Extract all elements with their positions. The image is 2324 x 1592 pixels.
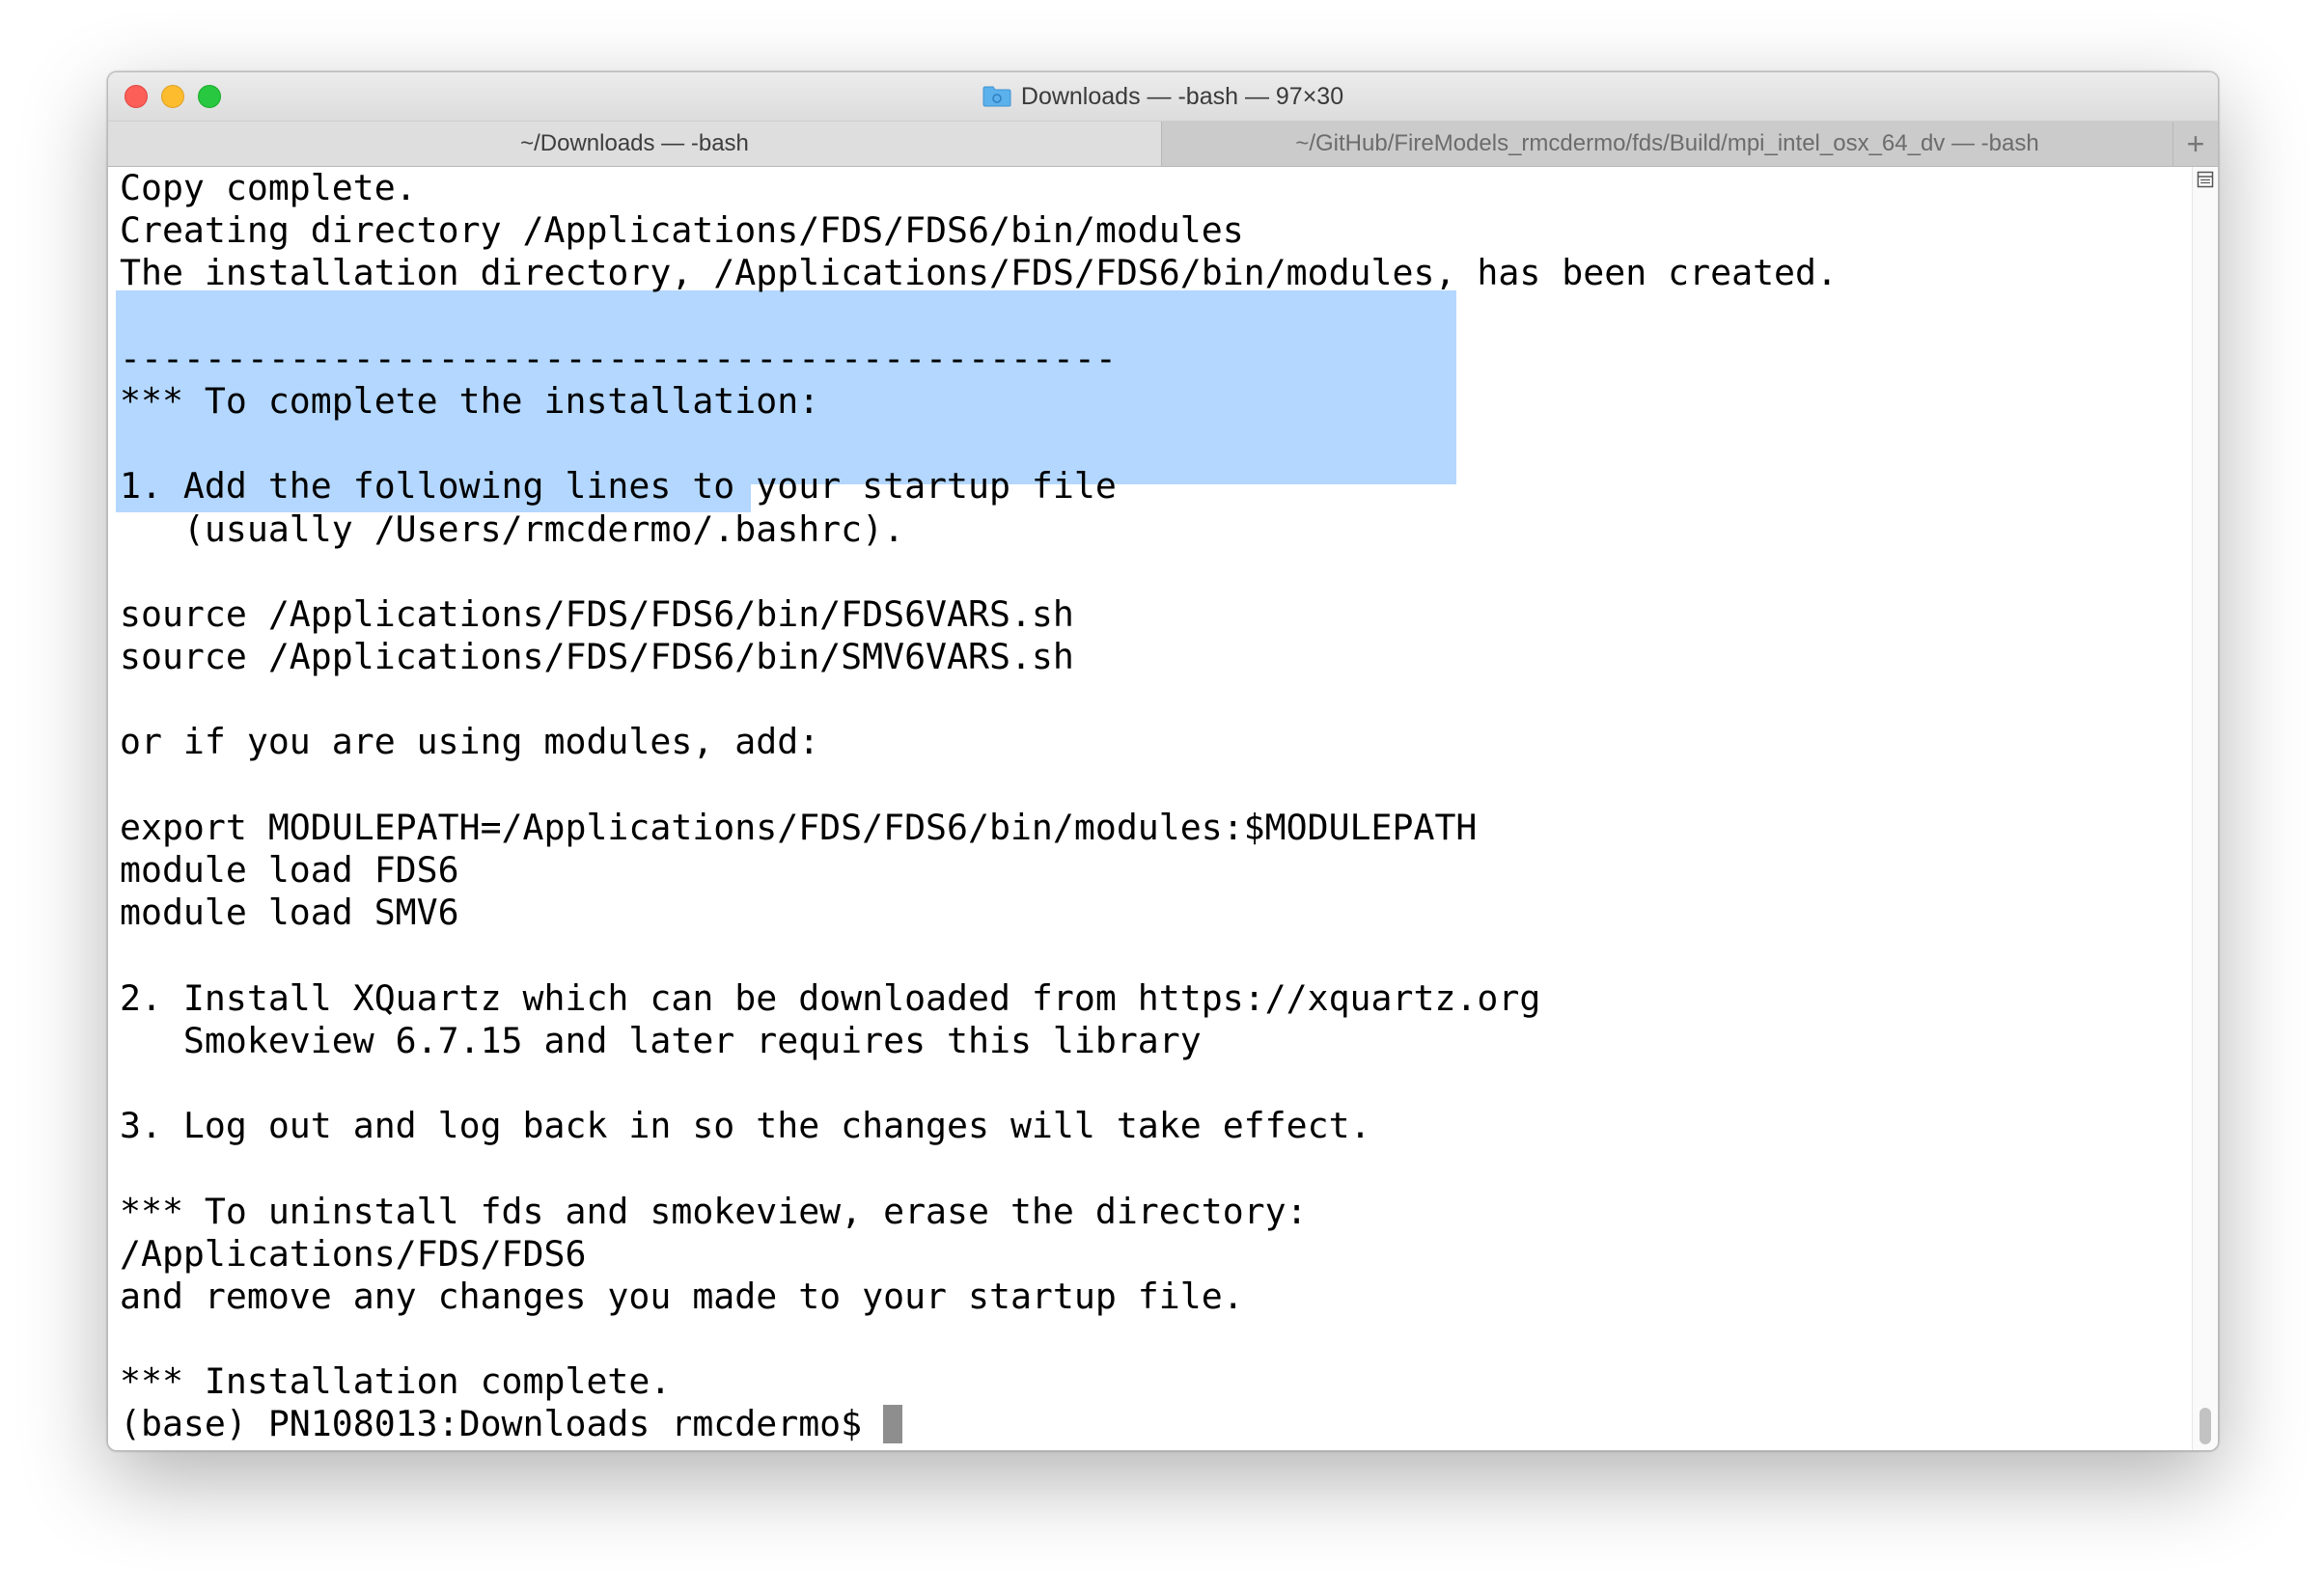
tab-firemodels-build[interactable]: ~/GitHub/FireModels_rmcdermo/fds/Build/m… [1162,122,2173,166]
terminal-line: The installation directory, /Application… [120,252,1838,294]
terminal-line: Smokeview 6.7.15 and later requires this… [120,1019,1202,1061]
split-pane-icon[interactable] [2197,171,2214,188]
terminal-line: /Applications/FDS/FDS6 [120,1232,587,1275]
terminal-line: or if you are using modules, add: [120,721,820,763]
terminal-line: source /Applications/FDS/FDS6/bin/SMV6VA… [120,636,1074,678]
title-bar[interactable]: Downloads — -bash — 97×30 [108,72,2218,122]
terminal-line: *** To complete the installation: [120,379,820,422]
terminal-line: module load SMV6 [120,892,459,934]
terminal-line: Creating directory /Applications/FDS/FDS… [120,209,1244,252]
terminal-line: source /Applications/FDS/FDS6/bin/FDS6VA… [120,592,1074,635]
terminal-output: Copy complete. Creating directory /Applic… [120,167,1838,1446]
terminal-window: Downloads — -bash — 97×30 ~/Downloads — … [107,71,2219,1451]
terminal-line: module load FDS6 [120,849,459,891]
terminal-line: 3. Log out and log back in so the change… [120,1105,1371,1147]
plus-icon: + [2186,125,2205,161]
tab-label: ~/GitHub/FireModels_rmcdermo/fds/Build/m… [1295,130,2039,156]
tab-label: ~/Downloads — -bash [520,130,749,156]
folder-icon [982,86,1011,107]
terminal-line: *** Installation complete. [120,1360,672,1403]
terminal-line: 1. Add the following lines to your start… [120,465,1117,508]
shell-prompt: (base) PN108013:Downloads rmcdermo$ [120,1403,863,1445]
terminal-line: and remove any changes you made to your … [120,1275,1244,1317]
terminal-line: ----------------------------------------… [120,337,1117,379]
scrollbar[interactable] [2192,167,2218,1450]
terminal-content[interactable]: Copy complete. Creating directory /Applic… [108,167,2193,1450]
terminal-line: Copy complete. [120,167,417,208]
terminal-line: export MODULEPATH=/Applications/FDS/FDS6… [120,806,1478,848]
terminal-line: (usually /Users/rmcdermo/.bashrc). [120,508,905,550]
tab-bar: ~/Downloads — -bash ~/GitHub/FireModels_… [108,122,2218,167]
terminal-line: 2. Install XQuartz which can be download… [120,976,1541,1019]
window-title-area: Downloads — -bash — 97×30 [108,72,2218,121]
prompt-line[interactable]: (base) PN108013:Downloads rmcdermo$ [120,1403,1838,1445]
tab-downloads[interactable]: ~/Downloads — -bash [108,122,1162,166]
terminal-line: *** To uninstall fds and smokeview, eras… [120,1190,1308,1232]
window-title: Downloads — -bash — 97×30 [1020,82,1344,110]
text-cursor [883,1404,903,1443]
scrollbar-thumb[interactable] [2200,1408,2211,1444]
new-tab-button[interactable]: + [2173,122,2218,166]
